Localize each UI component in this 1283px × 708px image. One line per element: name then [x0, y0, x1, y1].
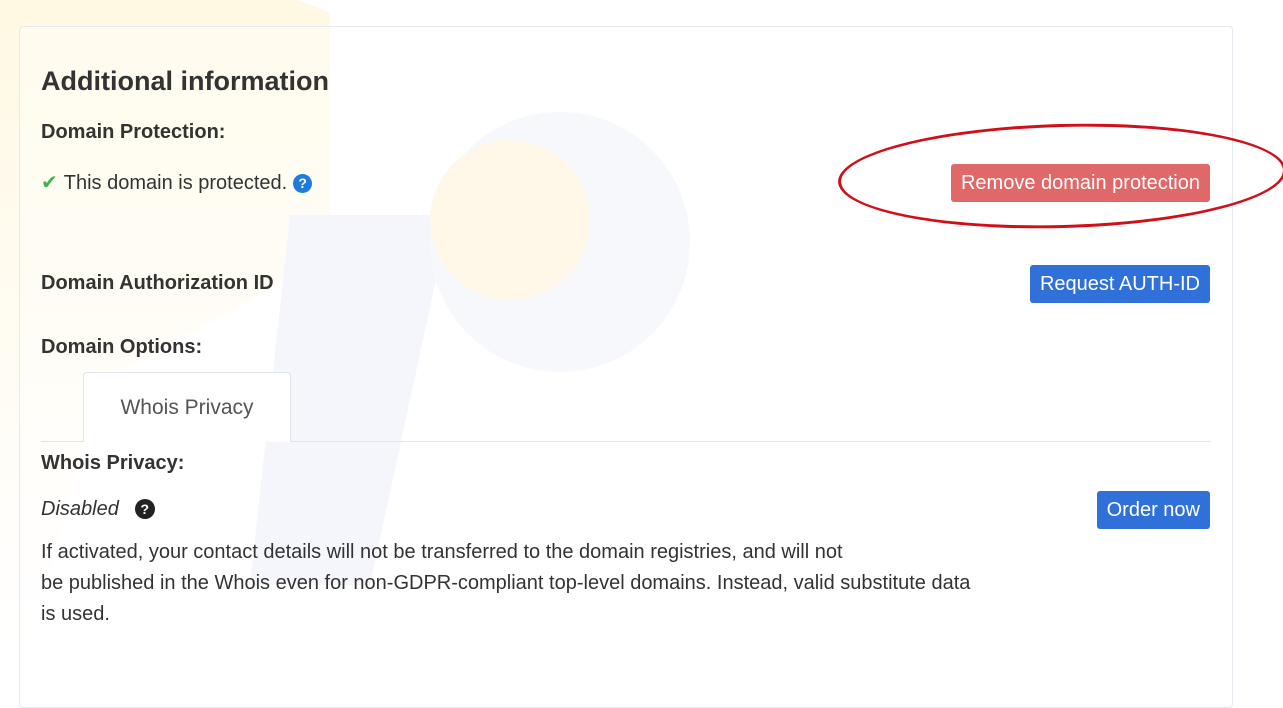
whois-privacy-description: If activated, your contact details will … — [41, 537, 1221, 630]
domain-options-label: Domain Options: — [41, 336, 203, 358]
description-line-2: be published in the Whois even for non-G… — [41, 572, 971, 594]
whois-privacy-label: Whois Privacy: — [41, 452, 185, 474]
domain-protection-label: Domain Protection: — [41, 121, 226, 143]
question-circle-icon[interactable]: ? — [293, 174, 313, 193]
domain-protection-status: ✔ This domain is protected.? — [41, 170, 313, 195]
description-line-1: If activated, your contact details will … — [41, 541, 843, 563]
order-now-button[interactable]: Order now — [1096, 491, 1210, 529]
request-auth-id-button[interactable]: Request AUTH-ID — [1029, 265, 1210, 303]
section-title: Additional information — [41, 66, 329, 96]
description-line-3: is used. — [41, 603, 110, 625]
tab-whois-privacy[interactable]: Whois Privacy — [83, 372, 291, 442]
whois-status-text: Disabled — [41, 498, 119, 520]
domain-authorization-id-label: Domain Authorization ID — [41, 272, 274, 294]
whois-privacy-status: Disabled? — [41, 498, 155, 521]
check-icon: ✔ — [41, 172, 58, 194]
question-circle-icon[interactable]: ? — [134, 499, 155, 519]
protection-status-text: This domain is protected. — [63, 172, 288, 194]
